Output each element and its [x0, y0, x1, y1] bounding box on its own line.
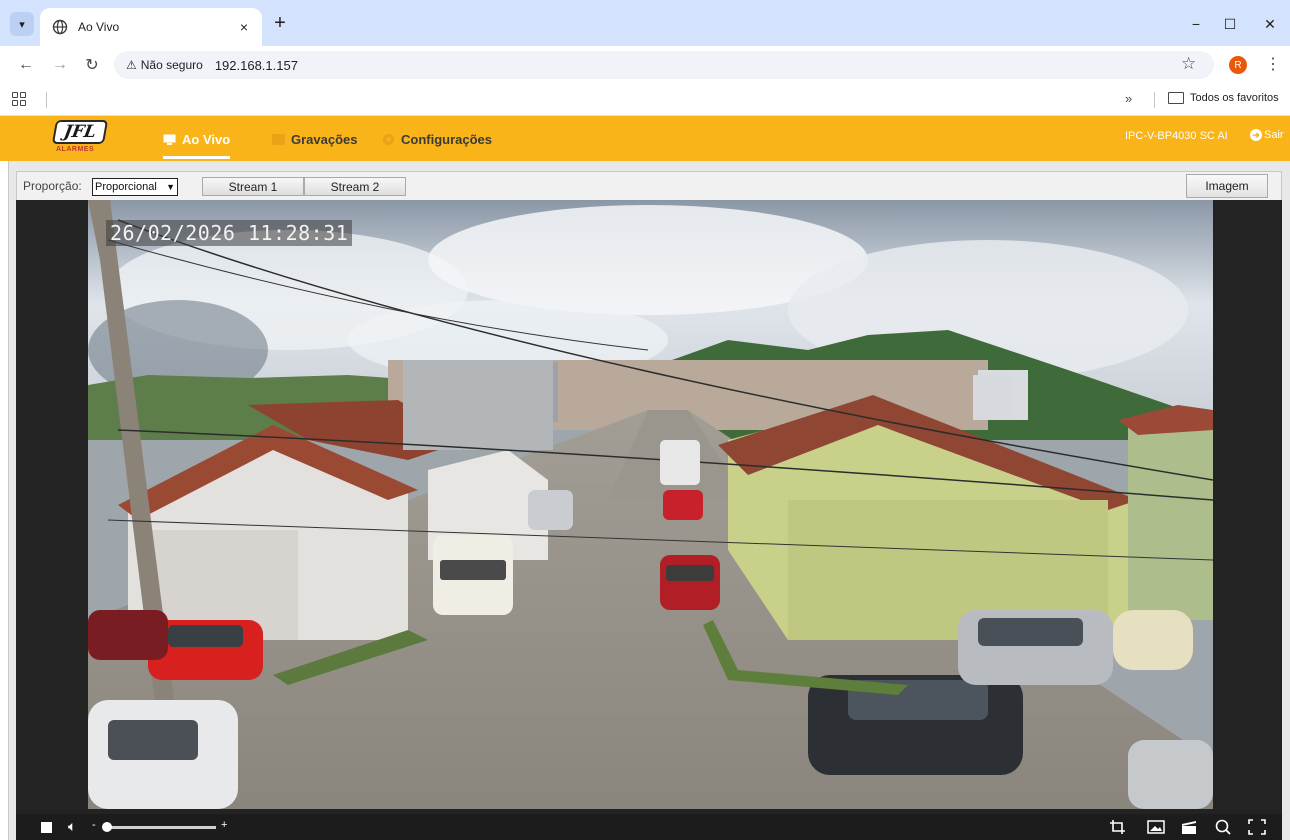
logout-button[interactable]: ➜ Sair: [1250, 129, 1284, 141]
volume-slider[interactable]: [102, 822, 216, 832]
jfl-logo: JFL ALARMES: [51, 120, 109, 156]
menu-gravacoes[interactable]: Gravações: [272, 129, 358, 149]
ratio-label: Proporção:: [23, 179, 82, 193]
browser-toolbar: ← → ↻ ⚠ Não seguro 192.168.1.157 ☆ R ⋮: [0, 46, 1290, 84]
warning-triangle-icon[interactable]: ⚠: [126, 58, 137, 72]
bookmarks-divider: [1154, 92, 1155, 108]
app-header: JFL ALARMES Ao Vivo Gravações Configuraç…: [0, 116, 1290, 161]
ratio-select-value: Proporcional: [95, 181, 157, 193]
video-player[interactable]: 26/02/2026 11:28:31: [16, 200, 1282, 814]
stream-2-button[interactable]: Stream 2: [304, 177, 406, 196]
forward-arrow-icon[interactable]: →: [50, 55, 70, 75]
volume-plus: +: [221, 819, 228, 831]
crop-icon[interactable]: [1109, 819, 1127, 835]
address-bar[interactable]: ⚠ Não seguro 192.168.1.157: [114, 51, 1214, 79]
zoom-icon[interactable]: [1214, 819, 1232, 835]
chevron-down-icon: ▼: [166, 182, 175, 192]
bookmarks-divider: [46, 92, 47, 108]
bookmark-star-icon[interactable]: ☆: [1181, 54, 1196, 74]
browser-menu-icon[interactable]: ⋮: [1265, 54, 1281, 74]
profile-avatar[interactable]: R: [1229, 56, 1247, 74]
speaker-mute-icon[interactable]: 🔈︎: [68, 818, 76, 835]
stream-1-button[interactable]: Stream 1: [202, 177, 304, 196]
browser-tab-ao-vivo[interactable]: Ao Vivo ×: [40, 8, 262, 46]
film-icon: [272, 133, 285, 145]
back-arrow-icon[interactable]: ←: [16, 55, 36, 75]
apps-grid-icon[interactable]: [12, 92, 26, 106]
record-icon[interactable]: [1180, 819, 1198, 835]
device-model: IPC-V-BP4030 SC AI: [1125, 130, 1228, 142]
reload-icon[interactable]: ↻: [82, 55, 102, 75]
bookmarks-bar: » Todos os favoritos: [0, 84, 1290, 116]
stop-icon[interactable]: [41, 822, 52, 833]
player-control-bar: 🔈︎ - +: [16, 814, 1282, 840]
menu-ao-vivo[interactable]: Ao Vivo: [163, 129, 231, 159]
live-controls-bar: Proporção: Proporcional ▼ Stream 1 Strea…: [16, 171, 1282, 200]
ratio-select[interactable]: Proporcional ▼: [92, 178, 178, 196]
minimize-button[interactable]: −: [1184, 12, 1208, 36]
bookmarks-overflow-icon[interactable]: »: [1125, 91, 1132, 106]
street-scene-image: [88, 200, 1213, 809]
volume-slider-handle[interactable]: [102, 822, 112, 832]
image-settings-button[interactable]: Imagem: [1186, 174, 1268, 198]
tab-search-chevron-icon[interactable]: ▾: [10, 12, 34, 36]
insecure-label[interactable]: Não seguro: [141, 58, 203, 72]
logout-label: Sair: [1264, 129, 1284, 141]
maximize-button[interactable]: ☐: [1218, 12, 1242, 36]
tab-close-icon[interactable]: ×: [236, 19, 252, 35]
tab-title: Ao Vivo: [78, 20, 120, 34]
folder-icon[interactable]: [1168, 92, 1184, 104]
camera-live-view[interactable]: 26/02/2026 11:28:31: [88, 200, 1213, 809]
monitor-icon: [163, 134, 176, 145]
all-bookmarks-link[interactable]: Todos os favoritos: [1190, 92, 1279, 104]
volume-minus: -: [92, 819, 96, 831]
menu-gravacoes-label: Gravações: [291, 131, 358, 147]
browser-tab-strip: ▾ Ao Vivo × + − ☐ ✕: [0, 0, 1290, 46]
snapshot-icon[interactable]: [1147, 819, 1165, 835]
menu-configuracoes-label: Configurações: [401, 131, 493, 147]
globe-icon: [52, 19, 68, 35]
menu-ao-vivo-label: Ao Vivo: [182, 131, 231, 147]
gear-icon: [383, 133, 394, 145]
osd-timestamp: 26/02/2026 11:28:31: [106, 220, 353, 246]
menu-configuracoes[interactable]: Configurações: [382, 129, 492, 149]
new-tab-button[interactable]: +: [270, 13, 290, 33]
close-window-button[interactable]: ✕: [1258, 12, 1282, 36]
fullscreen-icon[interactable]: [1248, 819, 1266, 835]
url-text[interactable]: 192.168.1.157: [215, 58, 298, 73]
logout-arrow-icon: ➜: [1250, 129, 1262, 141]
